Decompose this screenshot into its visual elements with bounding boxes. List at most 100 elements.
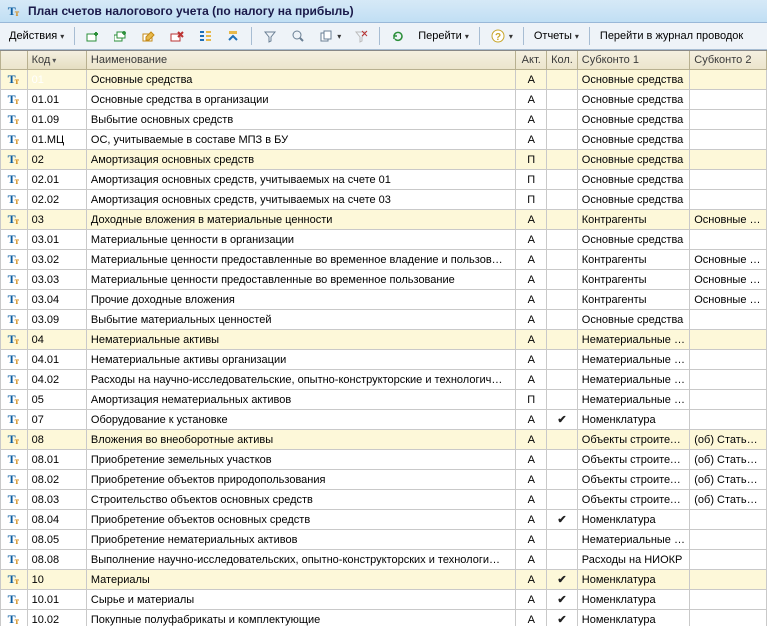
col-header-akt[interactable]: Акт. — [516, 51, 547, 70]
cell-akt: П — [516, 170, 547, 190]
add-group-button[interactable] — [108, 25, 134, 47]
table-row[interactable]: Tт08.04Приобретение объектов основных ср… — [1, 510, 767, 530]
table-row[interactable]: Tт03.01Материальные ценности в организац… — [1, 230, 767, 250]
col-header-sub1[interactable]: Субконто 1 — [577, 51, 689, 70]
refresh-button[interactable] — [385, 25, 411, 47]
table-row[interactable]: Tт02.02Амортизация основных средств, учи… — [1, 190, 767, 210]
table-row[interactable]: Tт08.01Приобретение земельных участковАО… — [1, 450, 767, 470]
cell-kol — [547, 190, 578, 210]
table-row[interactable]: Tт08Вложения во внеоборотные активыАОбъе… — [1, 430, 767, 450]
row-icon-cell: Tт — [1, 490, 28, 510]
cell-kol — [547, 250, 578, 270]
account-icon: Tт — [8, 312, 20, 327]
cell-sub1: Основные средства — [577, 90, 689, 110]
table-row[interactable]: Tт08.08Выполнение научно-исследовательск… — [1, 550, 767, 570]
edit-button[interactable] — [136, 25, 162, 47]
cell-kol: ✔ — [547, 410, 578, 430]
copy-button[interactable]: ▾ — [313, 25, 346, 47]
col-header-icon[interactable] — [1, 51, 28, 70]
account-icon: Tт — [8, 72, 20, 87]
cell-sub1: Объекты строитель… — [577, 470, 689, 490]
cell-code: 03.09 — [27, 310, 86, 330]
table-row[interactable]: Tт04.01Нематериальные активы организации… — [1, 350, 767, 370]
account-icon: Tт — [8, 192, 20, 207]
col-header-kol[interactable]: Кол. — [547, 51, 578, 70]
add-icon — [85, 28, 101, 44]
table-row[interactable]: Tт03.02Материальные ценности предоставле… — [1, 250, 767, 270]
table-row[interactable]: Tт01.09Выбытие основных средствАОсновные… — [1, 110, 767, 130]
actions-menu[interactable]: Действия ▾ — [4, 27, 69, 45]
grid[interactable]: Код▾ Наименование Акт. Кол. Субконто 1 С… — [0, 50, 767, 626]
table-row[interactable]: Tт04.02Расходы на научно-исследовательск… — [1, 370, 767, 390]
cell-sub2 — [690, 150, 767, 170]
cell-kol — [547, 310, 578, 330]
col-header-sub2[interactable]: Субконто 2 — [690, 51, 767, 70]
table-row[interactable]: Tт10.01Сырье и материалыА✔Номенклатура — [1, 590, 767, 610]
col-header-code[interactable]: Код▾ — [27, 51, 86, 70]
account-icon: Tт — [8, 92, 20, 107]
filter-button[interactable] — [257, 25, 283, 47]
cell-sub1: Контрагенты — [577, 290, 689, 310]
add-button[interactable] — [80, 25, 106, 47]
clear-filter-button[interactable] — [348, 25, 374, 47]
table-row[interactable]: Tт03.04Прочие доходные вложенияАКонтраге… — [1, 290, 767, 310]
table-row[interactable]: Tт01Основные средстваАОсновные средства — [1, 70, 767, 90]
cell-code: 04.01 — [27, 350, 86, 370]
chevron-down-icon: ▾ — [465, 32, 469, 41]
col-header-name[interactable]: Наименование — [86, 51, 516, 70]
cell-name: Вложения во внеоборотные активы — [86, 430, 516, 450]
separator — [379, 27, 380, 45]
table-row[interactable]: Tт05Амортизация нематериальных активовПН… — [1, 390, 767, 410]
move-button[interactable] — [220, 25, 246, 47]
cell-sub2: (об) Статьи за… — [690, 430, 767, 450]
table-row[interactable]: Tт03Доходные вложения в материальные цен… — [1, 210, 767, 230]
account-icon: Tт — [8, 112, 20, 127]
cell-kol: ✔ — [547, 590, 578, 610]
cell-name: Покупные полуфабрикаты и комплектующие — [86, 610, 516, 626]
cell-code: 03.02 — [27, 250, 86, 270]
cell-name: Материалы — [86, 570, 516, 590]
account-icon: Tт — [8, 392, 20, 407]
row-icon-cell: Tт — [1, 430, 28, 450]
chevron-down-icon: ▾ — [575, 32, 579, 41]
row-icon-cell: Tт — [1, 530, 28, 550]
go-menu[interactable]: Перейти ▾ — [413, 27, 474, 45]
table-row[interactable]: Tт02.01Амортизация основных средств, учи… — [1, 170, 767, 190]
hierarchy-button[interactable] — [192, 25, 218, 47]
table-row[interactable]: Tт01.01Основные средства в организацииАО… — [1, 90, 767, 110]
table-row[interactable]: Tт03.09Выбытие материальных ценностейАОс… — [1, 310, 767, 330]
cell-code: 03.04 — [27, 290, 86, 310]
cell-kol — [547, 550, 578, 570]
help-button[interactable]: ?▾ — [485, 25, 518, 47]
cell-sub1: Объекты строитель… — [577, 430, 689, 450]
journal-button[interactable]: Перейти в журнал проводок — [595, 27, 748, 45]
account-icon: Tт — [8, 212, 20, 227]
table-row[interactable]: Tт02Амортизация основных средствПОсновны… — [1, 150, 767, 170]
table-row[interactable]: Tт07Оборудование к установкеА✔Номенклату… — [1, 410, 767, 430]
table-row[interactable]: Tт08.05Приобретение нематериальных актив… — [1, 530, 767, 550]
account-icon: Tт — [8, 152, 20, 167]
cell-sub1: Номенклатура — [577, 410, 689, 430]
reports-menu[interactable]: Отчеты ▾ — [529, 27, 584, 45]
table-row[interactable]: Tт08.02Приобретение объектов природополь… — [1, 470, 767, 490]
row-icon-cell: Tт — [1, 70, 28, 90]
table-row[interactable]: Tт10.02Покупные полуфабрикаты и комплект… — [1, 610, 767, 626]
cell-akt: А — [516, 590, 547, 610]
find-button[interactable] — [285, 25, 311, 47]
table-row[interactable]: Tт08.03Строительство объектов основных с… — [1, 490, 767, 510]
table-row[interactable]: Tт03.03Материальные ценности предоставле… — [1, 270, 767, 290]
cell-code: 08.01 — [27, 450, 86, 470]
cell-sub2 — [690, 70, 767, 90]
table-row[interactable]: Tт04Нематериальные активыАНематериальные… — [1, 330, 767, 350]
cell-akt: А — [516, 250, 547, 270]
cell-sub2 — [690, 110, 767, 130]
cell-sub1: Основные средства — [577, 190, 689, 210]
cell-akt: А — [516, 490, 547, 510]
table-row[interactable]: Tт01.МЦОС, учитываемые в составе МПЗ в Б… — [1, 130, 767, 150]
refresh-icon — [390, 28, 406, 44]
cell-name: Прочие доходные вложения — [86, 290, 516, 310]
move-icon — [225, 28, 241, 44]
delete-button[interactable] — [164, 25, 190, 47]
table-row[interactable]: Tт10МатериалыА✔Номенклатура — [1, 570, 767, 590]
cell-code: 10.01 — [27, 590, 86, 610]
